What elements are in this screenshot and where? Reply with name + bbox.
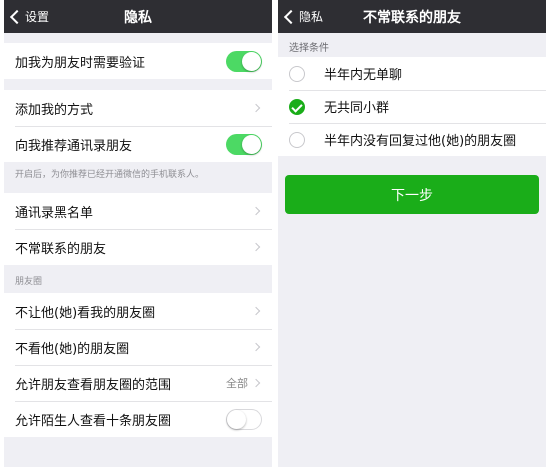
recommend-contacts-toggle[interactable] xyxy=(226,133,262,155)
allow-range-value: 全部 xyxy=(226,377,248,390)
inactive-friends-screen: 隐私 不常联系的朋友 选择条件 半年内无单聊 无共同小群 半年内没有回复过他(她… xyxy=(278,0,546,467)
chevron-right-icon xyxy=(251,103,261,113)
chevron-left-icon xyxy=(9,9,25,24)
row-label: 通讯录黑名单 xyxy=(15,205,94,221)
toggle-knob xyxy=(242,51,261,71)
not-let-see-row[interactable]: 不让他(她)看我的朋友圈 xyxy=(4,293,272,329)
option-row[interactable]: 半年内无单聊 xyxy=(278,57,546,90)
radio-button-checked[interactable] xyxy=(289,98,305,115)
allow-stranger-toggle[interactable] xyxy=(226,408,262,430)
allow-range-row[interactable]: 允许朋友查看朋友圈的范围 全部 xyxy=(4,365,272,401)
row-right: 全部 xyxy=(226,375,262,391)
navbar: 隐私 不常联系的朋友 xyxy=(278,0,546,33)
row-label: 允许朋友查看朋友圈的范围 xyxy=(15,377,172,393)
radio-button[interactable] xyxy=(289,65,305,82)
moments-group: 不让他(她)看我的朋友圈 不看他(她)的朋友圈 允许朋友查看朋友圈的范围 全部 … xyxy=(4,293,272,437)
row-label: 不看他(她)的朋友圈 xyxy=(15,341,130,357)
recommend-contacts-row: 向我推荐通讯录朋友 xyxy=(4,126,272,162)
row-label: 允许陌生人查看十条朋友圈 xyxy=(15,413,172,429)
chevron-right-icon xyxy=(251,206,261,216)
back-label: 隐私 xyxy=(299,10,324,24)
chevron-right-icon xyxy=(251,242,261,252)
row-label: 不让他(她)看我的朋友圈 xyxy=(15,305,156,321)
not-see-row[interactable]: 不看他(她)的朋友圈 xyxy=(4,329,272,365)
row-label: 添加我的方式 xyxy=(15,102,94,118)
chevron-right-icon xyxy=(251,378,261,388)
contacts-blacklist-row[interactable]: 通讯录黑名单 xyxy=(4,193,272,229)
back-button[interactable]: 设置 xyxy=(9,0,50,33)
option-row[interactable]: 半年内没有回复过他(她)的朋友圈 xyxy=(278,123,546,156)
inactive-friends-row[interactable]: 不常联系的朋友 xyxy=(4,229,272,265)
condition-section-header: 选择条件 xyxy=(289,43,329,54)
condition-options: 半年内无单聊 无共同小群 半年内没有回复过他(她)的朋友圈 xyxy=(278,57,546,156)
option-row[interactable]: 无共同小群 xyxy=(278,90,546,123)
chevron-right-icon xyxy=(251,342,261,352)
back-label: 设置 xyxy=(25,10,50,24)
add-me-method-row[interactable]: 添加我的方式 xyxy=(4,90,272,126)
add-friend-verify-toggle[interactable] xyxy=(226,50,262,72)
checkmark-icon xyxy=(291,100,303,113)
navbar: 设置 隐私 xyxy=(4,0,272,33)
moments-section-header: 朋友圈 xyxy=(15,277,43,287)
toggle-knob xyxy=(227,409,246,429)
row-label: 加我为朋友时需要验证 xyxy=(15,55,146,71)
row-label: 向我推荐通讯录朋友 xyxy=(15,138,133,154)
row-label: 不常联系的朋友 xyxy=(15,241,107,257)
chevron-right-icon xyxy=(251,306,261,316)
page-title: 不常联系的朋友 xyxy=(363,9,461,26)
blacklist-group: 通讯录黑名单 不常联系的朋友 xyxy=(4,193,272,265)
option-label: 无共同小群 xyxy=(324,101,390,116)
recommend-note: 开启后，为你推荐已经开通微信的手机联系人。 xyxy=(15,170,205,180)
page-title: 隐私 xyxy=(124,9,152,26)
back-button[interactable]: 隐私 xyxy=(283,0,324,33)
option-label: 半年内无单聊 xyxy=(324,68,403,83)
verify-group: 加我为朋友时需要验证 xyxy=(4,43,272,79)
privacy-screen: 设置 隐私 加我为朋友时需要验证 添加我的方式 向我推荐通讯录朋友 开启后，为你… xyxy=(4,0,272,467)
toggle-knob xyxy=(242,134,261,154)
next-step-button[interactable]: 下一步 xyxy=(285,175,539,214)
radio-button[interactable] xyxy=(289,131,305,148)
add-friend-verify-row: 加我为朋友时需要验证 xyxy=(4,43,272,79)
chevron-left-icon xyxy=(283,9,299,24)
allow-stranger-row: 允许陌生人查看十条朋友圈 xyxy=(4,401,272,437)
method-group: 添加我的方式 向我推荐通讯录朋友 xyxy=(4,90,272,162)
option-label: 半年内没有回复过他(她)的朋友圈 xyxy=(324,134,517,149)
